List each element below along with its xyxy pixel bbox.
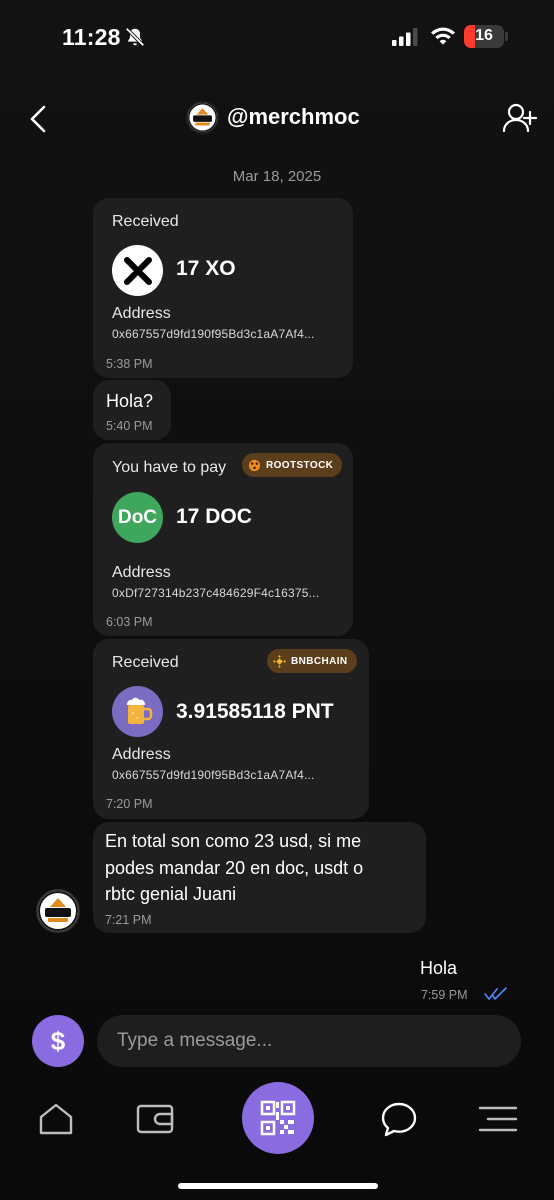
token-symbol: DoC — [117, 506, 158, 528]
transaction-amount: 17 XO — [176, 257, 236, 280]
chat-icon[interactable] — [380, 1101, 418, 1137]
payment-request-bubble[interactable]: You have to pay ROOTSTOCK DoC 17 DOC Add… — [93, 443, 353, 636]
payment-request-label: You have to pay — [112, 459, 227, 476]
transaction-bubble-received-xo[interactable]: Received 17 XO Address 0x667557d9fd190f9… — [93, 198, 353, 378]
transaction-label: Received — [112, 213, 179, 230]
qr-scan-icon — [260, 1100, 296, 1136]
beer-mug-icon — [126, 697, 152, 724]
merch-logo-icon — [38, 891, 78, 931]
message-time: 7:20 PM — [106, 797, 153, 811]
message-time: 5:40 PM — [106, 419, 153, 433]
address-label: Address — [112, 564, 171, 581]
outgoing-message-text[interactable]: Hola — [420, 955, 457, 981]
menu-icon[interactable] — [478, 1104, 518, 1134]
home-icon[interactable] — [38, 1102, 74, 1136]
message-input[interactable] — [97, 1015, 521, 1067]
wallet-address: 0xDf727314b237c484629F4c16375... — [112, 586, 320, 600]
dollar-icon: $ — [50, 1025, 66, 1056]
home-indicator — [178, 1183, 378, 1189]
wallet-address: 0x667557d9fd190f95Bd3c1aA7Af4... — [112, 327, 315, 341]
contact-username[interactable]: @merchmoc — [227, 104, 360, 130]
battery-level: 16 — [475, 27, 493, 44]
transaction-bubble-received-pnt[interactable]: Received BNBCHAIN 3.91585118 PNT Address… — [93, 639, 369, 819]
network-badge-rootstock: ROOTSTOCK — [242, 453, 343, 477]
bell-muted-icon — [125, 27, 145, 47]
outgoing-message-time: 7:59 PM — [421, 988, 468, 1002]
address-label: Address — [112, 305, 171, 322]
wallet-address: 0x667557d9fd190f95Bd3c1aA7Af4... — [112, 768, 315, 782]
message-text: Hola? — [106, 391, 154, 411]
qr-scan-button[interactable] — [242, 1082, 314, 1154]
back-arrow-icon[interactable] — [26, 104, 52, 134]
xo-token-icon — [112, 245, 163, 296]
date-separator: Mar 18, 2025 — [232, 168, 322, 185]
status-time: 11:28 — [62, 24, 121, 50]
transaction-label: Received — [112, 654, 179, 671]
message-time: 5:38 PM — [106, 357, 153, 371]
doc-token-icon: DoC — [112, 492, 163, 543]
rootstock-icon — [248, 459, 261, 471]
message-bubble-incoming[interactable]: Hola? 5:40 PM — [93, 380, 171, 440]
transaction-amount: 3.91585118 PNT — [176, 700, 334, 723]
sender-avatar[interactable] — [36, 889, 80, 933]
wifi-icon — [431, 27, 455, 45]
cell-signal-icon — [392, 28, 418, 46]
merch-logo-icon — [188, 103, 217, 132]
message-text-line-3: rbtc genial Juani — [105, 884, 237, 904]
read-receipt-icon — [484, 987, 507, 1000]
network-name: BNBCHAIN — [291, 655, 348, 667]
message-time: 6:03 PM — [106, 615, 153, 629]
battery-nub — [505, 32, 508, 41]
pnt-token-icon — [112, 686, 163, 737]
network-badge-bnbchain: BNBCHAIN — [267, 649, 357, 673]
battery-indicator: 16 — [464, 25, 504, 48]
message-text-line-2: podes mandar 20 en doc, usdt o — [105, 858, 364, 878]
address-label: Address — [112, 746, 171, 763]
add-user-icon[interactable] — [502, 102, 538, 134]
bnb-icon — [273, 654, 286, 668]
message-text-line-1: En total son como 23 usd, si me — [105, 831, 362, 851]
payment-amount: 17 DOC — [176, 505, 252, 528]
message-bubble-incoming[interactable]: En total son como 23 usd, si me podes ma… — [93, 822, 426, 933]
send-money-button[interactable]: $ — [32, 1015, 84, 1067]
message-time: 7:21 PM — [105, 913, 152, 927]
network-name: ROOTSTOCK — [266, 459, 334, 471]
contact-avatar[interactable] — [186, 101, 219, 134]
wallet-icon[interactable] — [136, 1104, 174, 1134]
